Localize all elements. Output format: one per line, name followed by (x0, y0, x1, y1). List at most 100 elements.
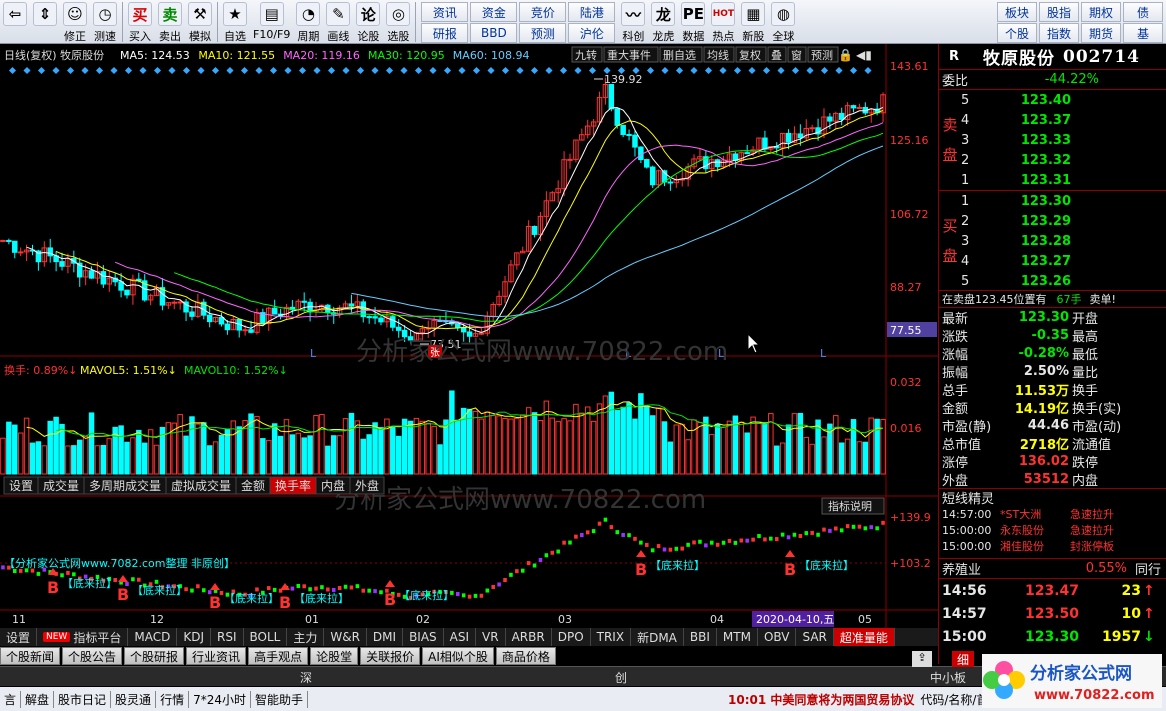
short-title-row[interactable]: 短线精灵 (939, 488, 1166, 506)
quick-btn-7[interactable]: 沪伦 (568, 23, 616, 43)
indicator-tab-10[interactable]: ASI (444, 628, 477, 646)
quick-btn-2[interactable]: 竞价 (519, 2, 567, 22)
toolbar-btn-up-down-arrow[interactable]: ⇕ (30, 0, 60, 44)
indicator-tab-18[interactable]: OBV (758, 628, 797, 646)
quick-btn-6[interactable]: 预测 (519, 23, 567, 43)
news-tab-5[interactable]: 论股堂 (310, 647, 359, 665)
status-zhongxiao[interactable]: 中小板 (930, 669, 966, 686)
vol-tab-4[interactable]: 金额 (241, 478, 265, 493)
quick-btn-4[interactable]: 研报 (421, 23, 469, 43)
sell-book-level[interactable]: 4 123.37 (939, 110, 1166, 130)
news-tab-0[interactable]: 个股新闻 (0, 647, 61, 665)
toolbar-btn-forum[interactable]: 论论股 (353, 0, 383, 44)
indicator-tab-19[interactable]: SAR (796, 628, 834, 646)
toolbar-btn-period[interactable]: ◔ 周期 (293, 0, 323, 44)
news-ticker[interactable]: 10:01 中美同意将为两国贸易协议 (728, 691, 914, 708)
status-item-3[interactable]: 股灵通 (111, 690, 157, 708)
toolbar-btn-star[interactable]: ★ 自选 (220, 0, 250, 44)
vol-tab-6[interactable]: 内盘 (321, 478, 345, 493)
market-btn-7[interactable]: 基 (1123, 23, 1163, 43)
indicator-tab-9[interactable]: BIAS (403, 628, 444, 646)
status-chuang[interactable]: 创 (615, 669, 627, 686)
header-btn-3[interactable]: 均线 (707, 48, 729, 62)
buy-book-level[interactable]: 3 123.28 (939, 231, 1166, 251)
news-tab-4[interactable]: 高手观点 (248, 647, 309, 665)
short-elf-item[interactable]: 14:57:00 *ST大洲 急速拉升 (939, 506, 1166, 522)
vol-tab-0[interactable]: 设置 (9, 479, 33, 493)
sector-more[interactable]: 同行 (1135, 559, 1161, 578)
status-item-2[interactable]: 股市日记 (54, 690, 112, 708)
status-item-0[interactable]: 言 (0, 690, 22, 708)
quick-btn-0[interactable]: 资讯 (421, 2, 469, 22)
buy-book-level[interactable]: 2 123.29 (939, 211, 1166, 231)
sell-book-level[interactable]: 1 123.31 (939, 170, 1166, 190)
indicator-tab-13[interactable]: DPO (552, 628, 591, 646)
toolbar-btn-globe[interactable]: ◍ 全球 (768, 0, 798, 44)
indicator-tab-0[interactable]: 设置 (0, 628, 38, 646)
status-item-6[interactable]: 智能助手 (251, 690, 308, 708)
vol-tab-5[interactable]: 换手率 (275, 478, 311, 493)
header-btn-5[interactable]: 叠 (771, 49, 782, 62)
indicator-tab-17[interactable]: MTM (717, 628, 758, 646)
toolbar-btn-draw-line[interactable]: ✎ 画线 (323, 0, 353, 44)
market-btn-4[interactable]: 个股 (997, 23, 1037, 43)
market-btn-0[interactable]: 板块 (997, 2, 1037, 22)
status-shen[interactable]: 深 (300, 669, 312, 686)
tab-fine[interactable]: 细 (952, 651, 974, 667)
status-item-5[interactable]: 7*24小时 (189, 690, 251, 708)
toolbar-btn-buy[interactable]: 买买入 (125, 0, 155, 44)
sell-book-level[interactable]: 5 123.40 (939, 90, 1166, 110)
indicator-tab-16[interactable]: BBI (684, 628, 717, 646)
header-btn-7[interactable]: 预测 (811, 49, 833, 62)
header-btn-2[interactable]: 删自选 (663, 49, 696, 62)
sector-row[interactable]: 养殖业 0.55% 同行 (939, 558, 1166, 578)
indicator-tab-15[interactable]: 新DMA (631, 628, 684, 646)
quick-btn-5[interactable]: BBD (470, 23, 518, 43)
toolbar-btn-sell[interactable]: 卖卖出 (155, 0, 185, 44)
indicator-tab-1[interactable]: NEW 指标平台 (37, 628, 129, 646)
news-tab-1[interactable]: 个股公告 (62, 647, 123, 665)
quick-btn-1[interactable]: 资金 (470, 2, 518, 22)
sell-book-level[interactable]: 2 123.32 (939, 150, 1166, 170)
vol-tab-3[interactable]: 虚拟成交量 (171, 478, 231, 493)
header-btn-0[interactable]: 九转 (575, 48, 597, 62)
header-btn-1[interactable]: 重大事件 (607, 48, 651, 62)
buy-book-level[interactable]: 1 123.30 (939, 191, 1166, 211)
news-tab-8[interactable]: 商品价格 (495, 647, 556, 665)
expand-up-icon[interactable]: ⇪ (912, 651, 932, 667)
toolbar-btn-f10[interactable]: ▤ F10/F9 (250, 0, 293, 44)
toolbar-btn-hot[interactable]: HOT 热点 (708, 0, 738, 44)
vol-tab-1[interactable]: 成交量 (43, 478, 79, 493)
quick-btn-3[interactable]: 陆港 (568, 2, 616, 22)
toolbar-btn-keling[interactable]: 〰科创 (618, 0, 648, 44)
short-elf-item[interactable]: 15:00:00 湘佳股份 封涨停板 (939, 538, 1166, 554)
kline-chart-svg[interactable]: 日线(复权) 牧原股份 MA5: 124.53 MA10: 121.55 MA20: … (0, 44, 938, 628)
ind-explain-btn[interactable]: 指标说明 (828, 499, 872, 513)
market-btn-2[interactable]: 期权 (1081, 2, 1121, 22)
indicator-tab-2[interactable]: MACD (128, 628, 178, 646)
short-elf-item[interactable]: 15:00:00 永东股份 急速拉升 (939, 522, 1166, 538)
indicator-tab-3[interactable]: KDJ (177, 628, 211, 646)
news-tab-3[interactable]: 行业资讯 (186, 647, 247, 665)
indicator-tab-7[interactable]: W&R (324, 628, 367, 646)
toolbar-btn-dragon[interactable]: 龙龙虎 (648, 0, 678, 44)
status-item-4[interactable]: 行情 (156, 690, 190, 708)
sell-book-level[interactable]: 3 123.33 (939, 130, 1166, 150)
buy-book-level[interactable]: 4 123.27 (939, 251, 1166, 271)
header-btn-6[interactable]: 窗 (791, 48, 802, 62)
indicator-tab-4[interactable]: RSI (211, 628, 244, 646)
toolbar-btn-hammer[interactable]: ⚒ 模拟 (185, 0, 215, 44)
status-item-1[interactable]: 解盘 (21, 690, 55, 708)
indicator-tab-11[interactable]: VR (476, 628, 506, 646)
market-btn-1[interactable]: 股指 (1039, 2, 1079, 22)
vol-tab-7[interactable]: 外盘 (355, 478, 379, 493)
market-btn-5[interactable]: 指数 (1039, 23, 1079, 43)
indicator-tab-12[interactable]: ARBR (506, 628, 552, 646)
chart-area[interactable]: 日线(复权) 牧原股份 MA5: 124.53 MA10: 121.55 MA20: … (0, 44, 938, 644)
toolbar-btn-back-arrow[interactable]: ⇦ (0, 0, 30, 44)
toolbar-btn-pe[interactable]: PE 数据 (678, 0, 708, 44)
indicator-tab-20[interactable]: 超准量能 (833, 628, 895, 646)
news-tab-7[interactable]: AI相似个股 (422, 647, 494, 665)
toolbar-btn-clock[interactable]: ◷ 测速 (90, 0, 120, 44)
vol-tab-2[interactable]: 多周期成交量 (89, 478, 161, 493)
